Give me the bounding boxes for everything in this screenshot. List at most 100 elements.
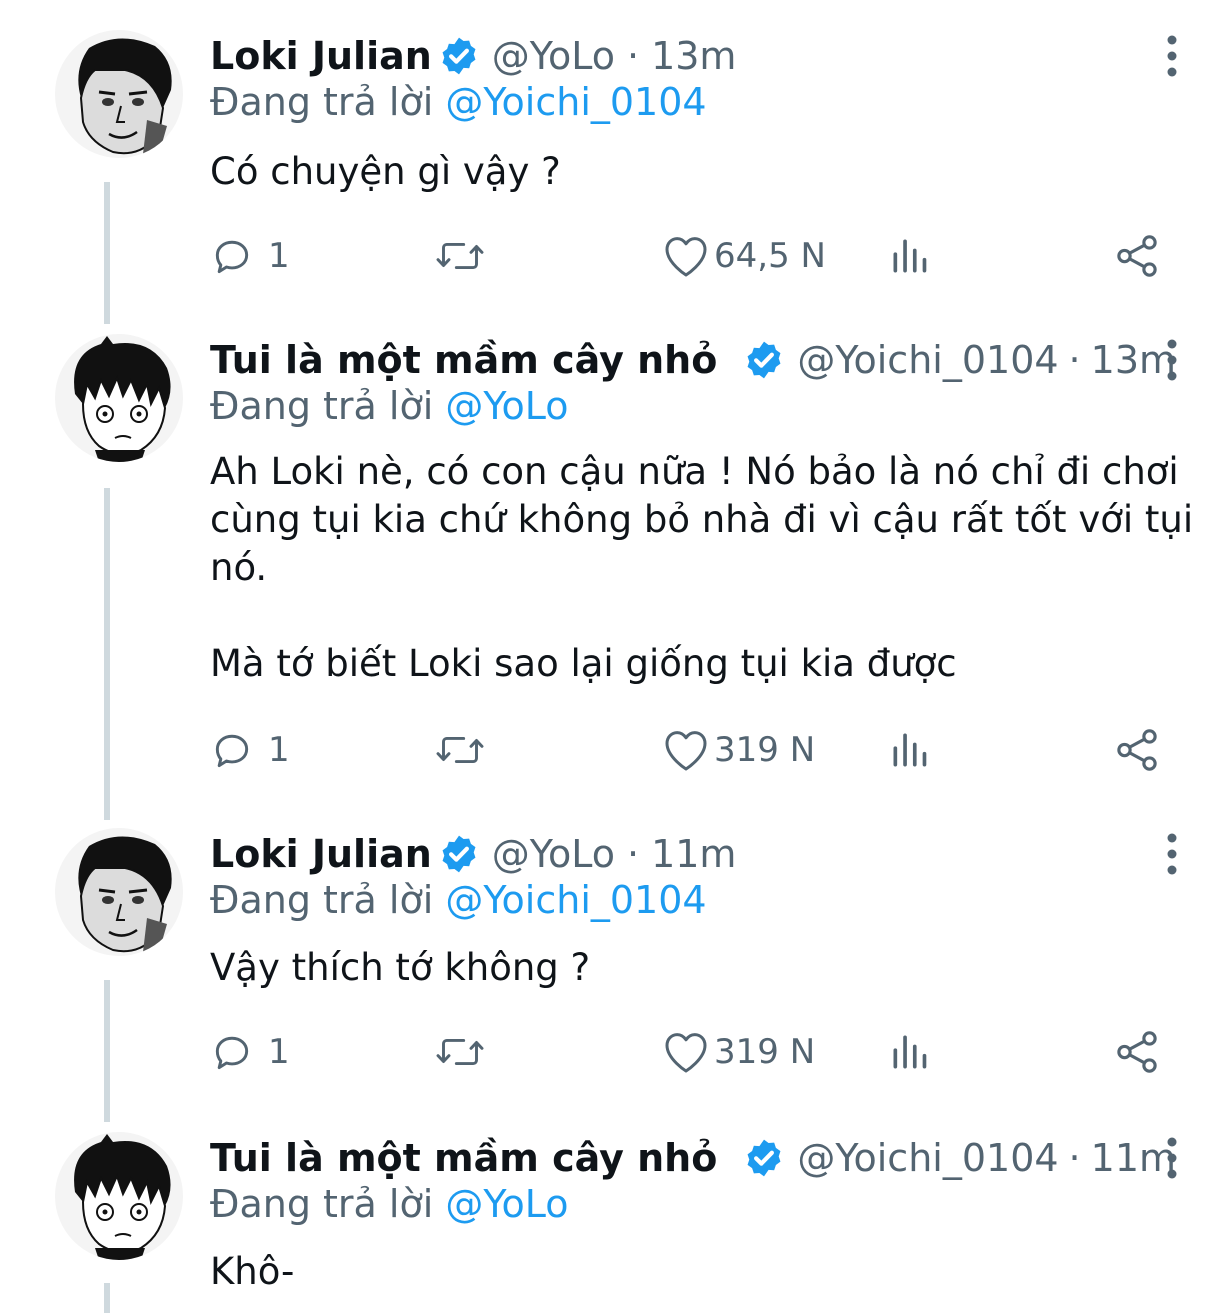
analytics-icon (893, 1035, 927, 1069)
tweet-text-line: nó. (210, 546, 268, 589)
more-options-icon[interactable] (1158, 336, 1186, 384)
author-name[interactable]: Loki Julian (210, 34, 432, 78)
separator-dot: · (626, 34, 640, 78)
thread-line (104, 980, 110, 1122)
tweet-text-line (210, 592, 1195, 640)
tweet-header: Tui là một mầm cây nhỏ @Yoichi_0104 · 11… (210, 1132, 1176, 1184)
tweet-text: Có chuyện gì vậy ? (210, 148, 1195, 196)
avatar[interactable] (55, 1132, 183, 1260)
share-button[interactable] (1112, 1024, 1162, 1080)
more-options-icon[interactable] (1158, 830, 1186, 878)
heart-icon (665, 1033, 707, 1073)
analytics-icon (893, 733, 927, 767)
thread-line (104, 488, 110, 820)
replying-to: Đang trả lời @Yoichi_0104 (210, 878, 707, 922)
reply-icon (215, 1036, 249, 1070)
views-button[interactable] (888, 722, 932, 778)
author-name[interactable]: Tui là một mầm cây nhỏ (210, 338, 717, 382)
verified-badge-icon (743, 339, 785, 381)
analytics-icon (893, 239, 927, 273)
tweet-text: Khô- (210, 1248, 1195, 1296)
replying-to-label: Đang trả lời (210, 384, 434, 428)
reply-count: 1 (268, 1032, 290, 1072)
mention-link[interactable]: @YoLo (445, 384, 568, 428)
author-handle[interactable]: @Yoichi_0104 (797, 1136, 1058, 1180)
author-handle[interactable]: @YoLo (492, 832, 615, 876)
timestamp[interactable]: 13m (651, 34, 736, 78)
like-button[interactable]: 319 N (662, 1024, 815, 1080)
action-bar: 1 319 N (210, 722, 1170, 778)
loki-avatar-image (78, 836, 172, 954)
retweet-button[interactable] (434, 228, 486, 284)
retweet-icon (436, 736, 484, 764)
reply-count: 1 (268, 236, 290, 276)
mention-link[interactable]: @YoLo (445, 1182, 568, 1226)
share-icon (1117, 1031, 1157, 1073)
replying-to-label: Đang trả lời (210, 80, 434, 124)
reply-button[interactable]: 1 (210, 722, 290, 778)
author-handle[interactable]: @YoLo (492, 34, 615, 78)
mention-link[interactable]: @Yoichi_0104 (445, 80, 706, 124)
replying-to: Đang trả lời @YoLo (210, 1182, 569, 1226)
yoichi-avatar-image (74, 336, 171, 462)
tweet-text: Vậy thích tớ không ? (210, 944, 1195, 992)
tweet-header: Tui là một mầm cây nhỏ @Yoichi_0104 · 13… (210, 334, 1176, 386)
reply-count: 1 (268, 730, 290, 770)
views-button[interactable] (888, 1024, 932, 1080)
author-name[interactable]: Loki Julian (210, 832, 432, 876)
action-bar: 1 64,5 N (210, 228, 1170, 284)
share-icon (1117, 235, 1157, 277)
yoichi-avatar-image (74, 1134, 171, 1260)
like-button[interactable]: 64,5 N (662, 228, 826, 284)
heart-icon (665, 731, 707, 771)
mention-link[interactable]: @Yoichi_0104 (445, 878, 706, 922)
tweet-text-line: Vậy thích tớ không ? (210, 946, 591, 989)
tweet-text-line: cùng tụi kia chứ không bỏ nhà đi vì cậu … (210, 498, 1194, 541)
avatar[interactable] (55, 828, 183, 956)
retweet-icon (436, 242, 484, 270)
tweet-text-line: Mà tớ biết Loki sao lại giống tụi kia đư… (210, 642, 957, 685)
retweet-icon (436, 1038, 484, 1066)
tweet-text-line: Có chuyện gì vậy ? (210, 150, 561, 193)
retweet-button[interactable] (434, 1024, 486, 1080)
replying-to-label: Đang trả lời (210, 1182, 434, 1226)
tweet-header: Loki Julian @YoLo · 11m (210, 828, 736, 880)
replying-to: Đang trả lời @Yoichi_0104 (210, 80, 707, 124)
action-bar: 1 319 N (210, 1024, 1170, 1080)
replying-to: Đang trả lời @YoLo (210, 384, 569, 428)
thread-line (104, 1283, 110, 1313)
thread-line (104, 182, 110, 324)
author-handle[interactable]: @Yoichi_0104 (797, 338, 1058, 382)
like-count: 319 N (714, 1032, 816, 1072)
replying-to-label: Đang trả lời (210, 878, 434, 922)
tweet-text-line: Khô- (210, 1250, 295, 1293)
share-button[interactable] (1112, 722, 1162, 778)
reply-icon (215, 240, 249, 274)
reply-icon (215, 734, 249, 768)
tweet-header: Loki Julian @YoLo · 13m (210, 30, 736, 82)
like-count: 319 N (714, 730, 816, 770)
share-icon (1117, 729, 1157, 771)
avatar[interactable] (55, 30, 183, 158)
retweet-button[interactable] (434, 722, 486, 778)
loki-avatar-image (78, 38, 172, 156)
separator-dot: · (1068, 338, 1081, 382)
like-button[interactable]: 319 N (662, 722, 815, 778)
like-count: 64,5 N (714, 236, 826, 276)
reply-button[interactable]: 1 (210, 1024, 290, 1080)
separator-dot: · (626, 832, 640, 876)
separator-dot: · (1068, 1136, 1081, 1180)
avatar[interactable] (55, 334, 183, 462)
views-button[interactable] (888, 228, 932, 284)
more-options-icon[interactable] (1158, 1134, 1186, 1182)
reply-button[interactable]: 1 (210, 228, 290, 284)
author-name[interactable]: Tui là một mầm cây nhỏ (210, 1136, 717, 1180)
share-button[interactable] (1112, 228, 1162, 284)
verified-badge-icon (438, 35, 480, 77)
timestamp[interactable]: 11m (651, 832, 736, 876)
verified-badge-icon (438, 833, 480, 875)
verified-badge-icon (743, 1137, 785, 1179)
more-options-icon[interactable] (1158, 32, 1186, 80)
tweet-text-line: Ah Loki nè, có con cậu nữa ! Nó bảo là n… (210, 450, 1179, 493)
tweet-text: Ah Loki nè, có con cậu nữa ! Nó bảo là n… (210, 448, 1195, 688)
